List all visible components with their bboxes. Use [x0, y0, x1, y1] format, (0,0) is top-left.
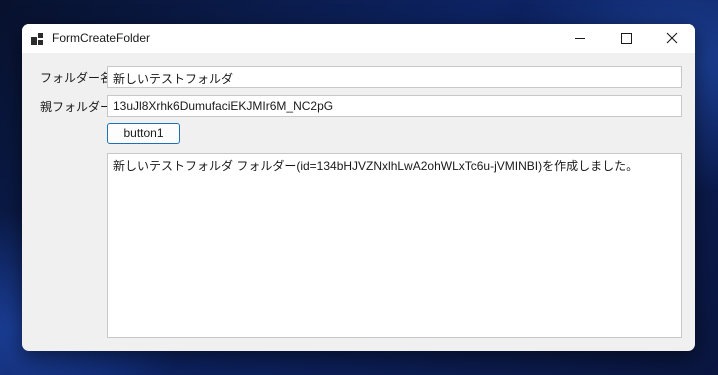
- app-window: FormCreateFolder フォルダー名 新しいテストフォルダ 親フォルダ…: [22, 24, 695, 351]
- parent-folder-input[interactable]: 13uJl8Xrhk6DumufaciEKJMIr6M_NC2pG: [107, 95, 682, 117]
- title-bar[interactable]: FormCreateFolder: [22, 24, 695, 53]
- window-title: FormCreateFolder: [52, 31, 151, 45]
- app-window-icon: [31, 33, 43, 45]
- parent-folder-label: 親フォルダー: [40, 100, 113, 114]
- maximize-button[interactable]: [603, 24, 649, 53]
- close-icon: [666, 32, 678, 44]
- button1[interactable]: button1: [107, 123, 180, 144]
- folder-name-input[interactable]: 新しいテストフォルダ: [107, 66, 682, 88]
- folder-name-label: フォルダー名: [40, 71, 113, 85]
- minimize-icon: [575, 38, 585, 39]
- close-button[interactable]: [649, 24, 695, 53]
- maximize-icon: [621, 33, 632, 44]
- output-textarea[interactable]: 新しいテストフォルダ フォルダー(id=134bHJVZNxlhLwA2ohWL…: [107, 153, 682, 338]
- minimize-button[interactable]: [557, 24, 603, 53]
